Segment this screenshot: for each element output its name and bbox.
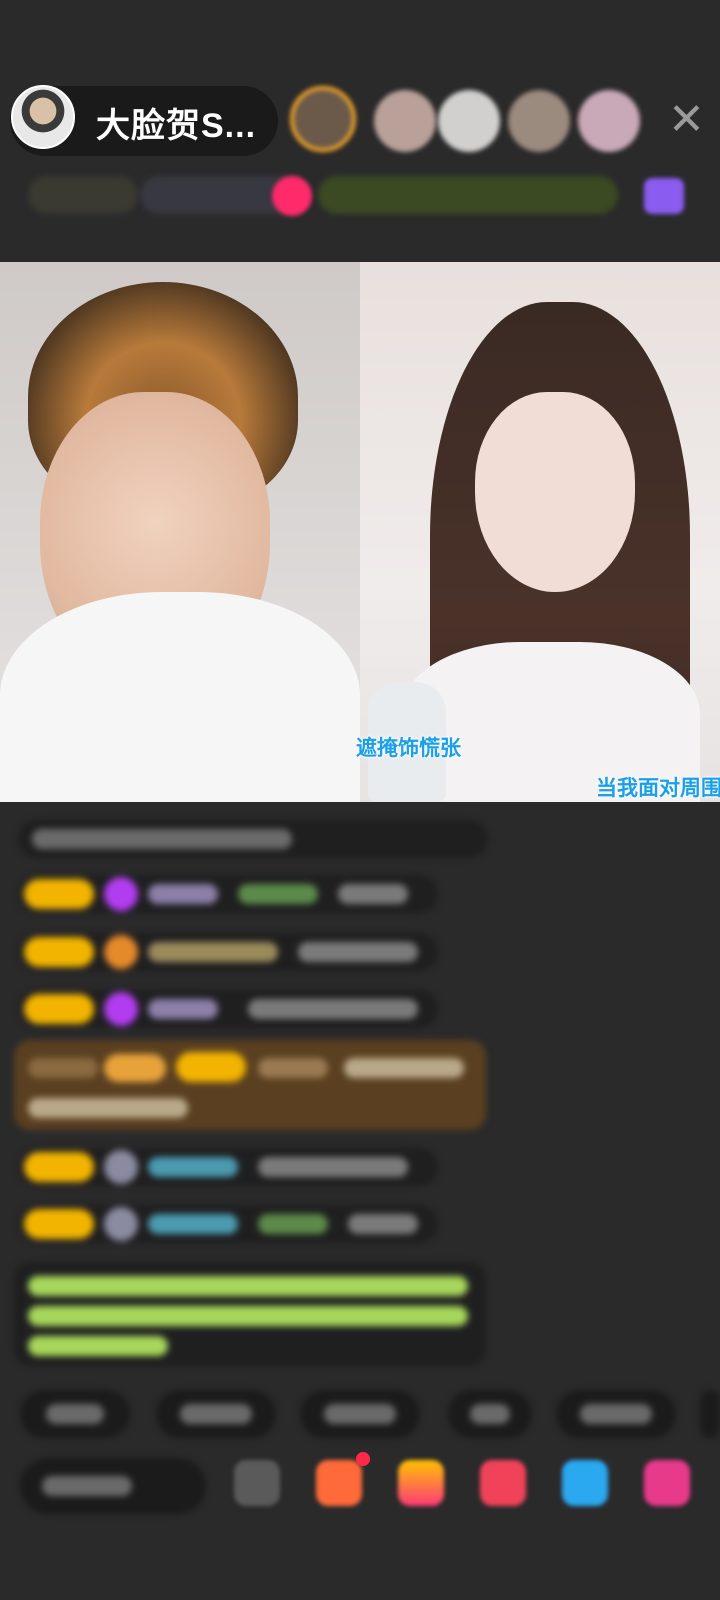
host-avatar[interactable] [11,85,75,149]
top-viewer-avatar-3[interactable] [438,90,500,152]
top-viewer-avatar-1[interactable] [290,86,356,152]
video-feed-left[interactable] [0,262,360,802]
lips-icon[interactable] [480,1460,526,1506]
chat-message [18,1205,438,1243]
event-icon[interactable] [644,178,684,214]
right-host-face [475,392,635,592]
quick-reply-chip[interactable] [20,1390,130,1438]
gift-box-icon[interactable] [398,1460,444,1506]
top-viewer-avatar-4[interactable] [508,90,570,152]
video-feed-right[interactable] [360,262,720,802]
chat-message-highlight [14,1040,486,1130]
quick-reply-chip[interactable] [556,1390,676,1438]
quick-reply-chip[interactable] [700,1390,720,1438]
comment-input[interactable] [20,1458,206,1514]
red-packet-icon[interactable] [316,1460,362,1506]
close-icon[interactable]: ✕ [668,98,705,142]
chat-message [18,990,438,1028]
event-banner-tag[interactable] [318,176,618,214]
left-host-shirt [0,592,360,802]
notification-dot [356,1452,370,1466]
quick-reply-chip[interactable] [300,1390,420,1438]
subtitle-right: 当我面对周围 [596,777,720,800]
chat-message [18,1148,438,1186]
chat-message [18,933,438,971]
host-name[interactable]: 大脸贺S... [96,98,256,147]
top-viewer-avatar-5[interactable] [578,90,640,152]
fan-club-icon[interactable] [272,176,312,216]
quick-reply-chip[interactable] [448,1390,532,1438]
chat-message [18,875,438,913]
emoji-panel-icon[interactable] [234,1460,280,1506]
more-gift-icon[interactable] [644,1460,690,1506]
subtitle-left: 遮掩饰慌张 [356,737,461,760]
hourly-rank-tag[interactable] [28,176,138,214]
game-icon[interactable] [562,1460,608,1506]
chat-message [18,820,488,858]
system-notice [14,1262,486,1366]
top-viewer-avatar-2[interactable] [374,90,436,152]
quick-reply-chip[interactable] [156,1390,276,1438]
